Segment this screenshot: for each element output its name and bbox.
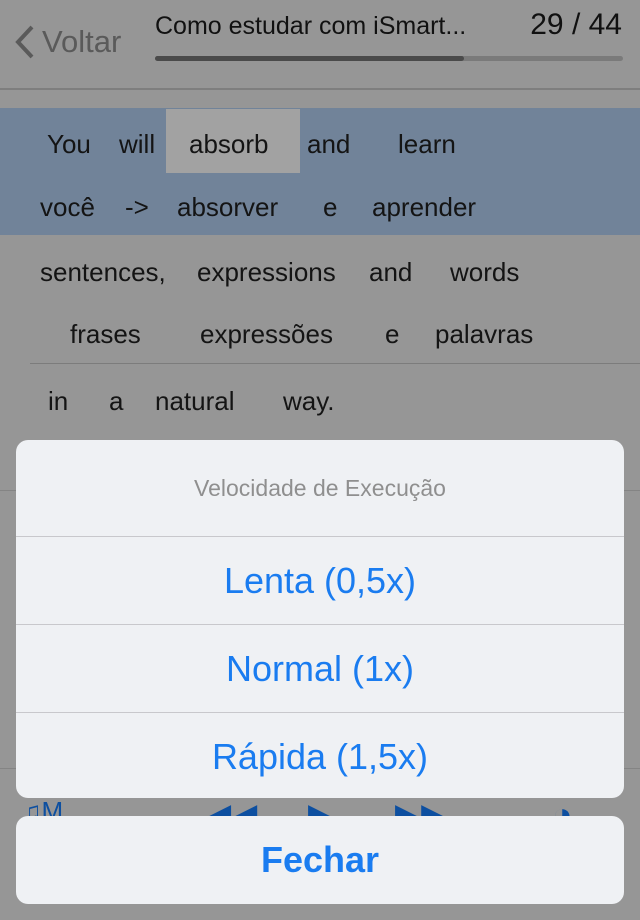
current-sentence-highlight	[0, 108, 640, 235]
word[interactable]: way.	[283, 386, 335, 417]
word[interactable]: a	[109, 386, 123, 417]
chevron-left-icon	[15, 25, 34, 59]
translation-word: frases	[70, 319, 141, 349]
word[interactable]: You	[47, 129, 91, 160]
close-button[interactable]: Fechar	[16, 816, 624, 904]
page-counter: 29 / 44	[530, 8, 622, 41]
word[interactable]: natural	[155, 386, 235, 417]
translation-word: palavras	[435, 319, 534, 349]
option-normal[interactable]: Normal (1x)	[16, 625, 624, 713]
translation-word: aprender	[372, 192, 477, 222]
word-current[interactable]: absorb	[189, 129, 269, 160]
option-fast[interactable]: Rápida (1,5x)	[16, 713, 624, 798]
word[interactable]: sentences,	[40, 257, 166, 288]
back-button[interactable]: Voltar	[14, 24, 121, 60]
word[interactable]: and	[369, 257, 412, 288]
back-label: Voltar	[42, 24, 122, 59]
divider	[30, 363, 640, 364]
word[interactable]: expressions	[197, 257, 336, 288]
word[interactable]: will	[119, 129, 155, 160]
progress-fill	[155, 56, 464, 61]
translation-word: ->	[125, 192, 149, 222]
speed-action-sheet: Velocidade de Execução Lenta (0,5x) Norm…	[16, 440, 624, 798]
translation-word: e	[385, 319, 400, 349]
translation-word: você	[40, 192, 95, 222]
lesson-title: Como estudar com iSmart...	[155, 12, 467, 40]
progress-bar	[155, 56, 623, 61]
word[interactable]: in	[48, 386, 68, 417]
translation-word: absorver	[177, 192, 279, 222]
word[interactable]: learn	[398, 129, 456, 160]
word[interactable]: words	[450, 257, 519, 288]
translation-word: expressões	[200, 319, 333, 349]
action-sheet-title: Velocidade de Execução	[16, 440, 624, 537]
option-slow[interactable]: Lenta (0,5x)	[16, 537, 624, 625]
word[interactable]: and	[307, 129, 350, 160]
translation-word: e	[323, 192, 338, 222]
